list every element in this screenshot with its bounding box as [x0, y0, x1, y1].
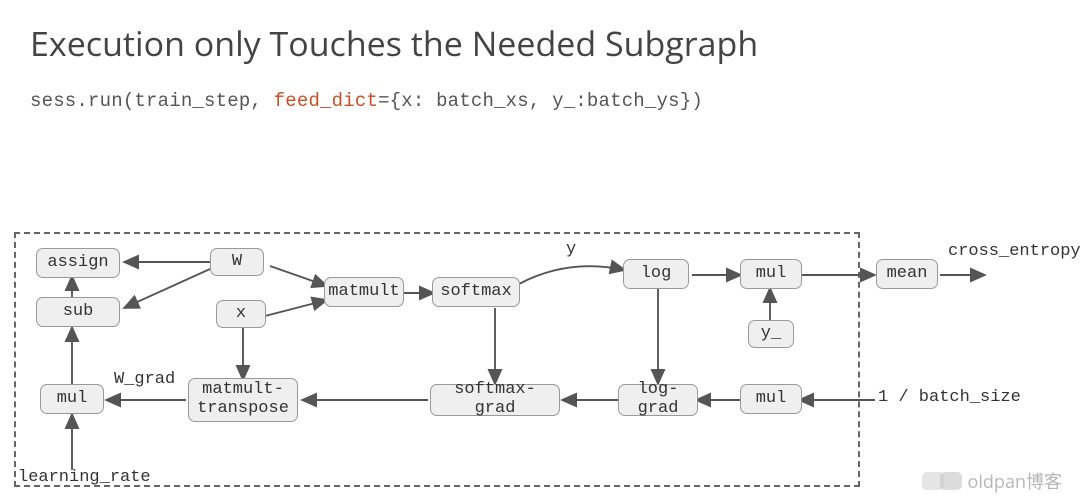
label-cross_entropy: cross_entropy: [948, 242, 1080, 261]
node-assign: assign: [36, 248, 120, 278]
watermark-text: oldpan博客: [968, 468, 1062, 494]
node-matmult: matmult: [324, 277, 404, 307]
node-mul-left: mul: [40, 384, 104, 414]
watermark: oldpan博客: [922, 468, 1062, 494]
node-sub: sub: [36, 297, 120, 327]
code-prefix: sess.run(train_step,: [30, 90, 274, 112]
chat-icon: [940, 472, 962, 490]
node-softmax: softmax: [432, 277, 520, 307]
node-mul-top: mul: [740, 259, 802, 289]
label-y: y: [566, 240, 576, 259]
code-keyword: feed_dict: [274, 90, 378, 112]
node-x: x: [216, 300, 266, 328]
node-softmax-grad: softmax-grad: [430, 384, 560, 416]
slide-title: Execution only Touches the Needed Subgra…: [30, 20, 1050, 66]
subgraph-boundary: [14, 232, 860, 487]
code-line: sess.run(train_step, feed_dict={x: batch…: [30, 90, 1050, 112]
node-W: W: [210, 248, 264, 276]
node-log-grad: log-grad: [618, 384, 698, 416]
node-mean: mean: [876, 259, 938, 289]
label-W_grad: W_grad: [114, 370, 175, 389]
computation-graph: assign sub mul W x matmult matmult- tran…: [0, 228, 1080, 504]
node-mul-bottom: mul: [740, 384, 802, 414]
label-batch: 1 / batch_size: [878, 388, 1021, 407]
node-matmult-transpose: matmult- transpose: [188, 378, 298, 422]
code-suffix: ={x: batch_xs, y_:batch_ys}): [378, 90, 703, 112]
label-learning_rate: learning_rate: [18, 468, 151, 487]
node-y_: y_: [748, 320, 794, 348]
node-log: log: [623, 259, 689, 289]
